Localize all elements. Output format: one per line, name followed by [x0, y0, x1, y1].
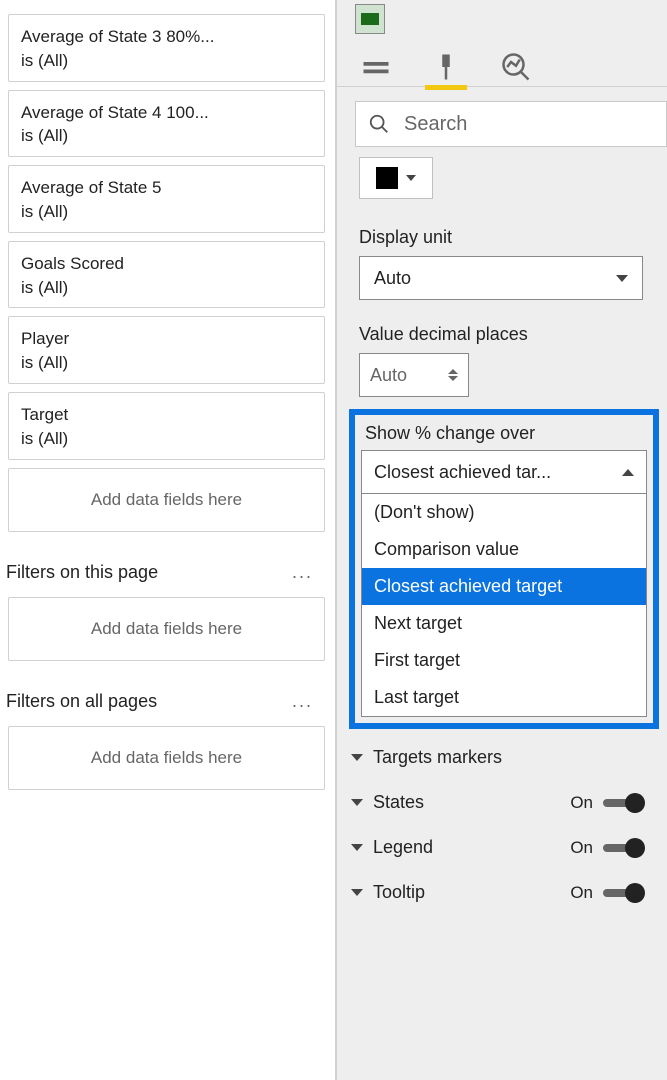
spinner-arrows[interactable]	[448, 369, 458, 381]
filter-title: Average of State 4 100...	[21, 101, 312, 125]
filter-card[interactable]: Average of State 4 100... is (All)	[8, 90, 325, 158]
filter-title: Average of State 5	[21, 176, 312, 200]
filter-sub: is (All)	[21, 351, 312, 375]
section-legend[interactable]: Legend On	[337, 825, 667, 870]
chevron-down-icon	[406, 175, 416, 181]
active-tab-underline	[425, 85, 467, 90]
show-pct-dropdown-list: (Don't show) Comparison value Closest ac…	[361, 494, 647, 717]
chevron-down-icon	[351, 844, 363, 851]
filter-card[interactable]: Goals Scored is (All)	[8, 241, 325, 309]
toggle-text: On	[570, 883, 593, 903]
fields-tab-icon[interactable]	[361, 52, 391, 82]
dropzone-label: Add data fields here	[91, 748, 242, 768]
filter-sub: is (All)	[21, 124, 312, 148]
filter-title: Goals Scored	[21, 252, 312, 276]
show-pct-select[interactable]: Closest achieved tar...	[361, 450, 647, 494]
section-label: Legend	[373, 837, 433, 858]
section-states[interactable]: States On	[337, 780, 667, 825]
show-pct-label: Show % change over	[361, 421, 647, 450]
display-unit-select[interactable]: Auto	[359, 256, 643, 300]
format-pane: Search Display unit Auto Value decimal p…	[336, 0, 667, 1080]
section-label: States	[373, 792, 424, 813]
show-pct-option[interactable]: Comparison value	[362, 531, 646, 568]
page-filters-header: Filters on this page ...	[2, 536, 331, 593]
show-pct-option[interactable]: Next target	[362, 605, 646, 642]
show-pct-option[interactable]: Last target	[362, 679, 646, 716]
toggle-text: On	[570, 793, 593, 813]
show-pct-option-selected[interactable]: Closest achieved target	[362, 568, 646, 605]
display-unit-label: Display unit	[337, 203, 667, 256]
visual-filters-dropzone[interactable]: Add data fields here	[8, 468, 325, 532]
filter-sub: is (All)	[21, 276, 312, 300]
filter-card[interactable]: Target is (All)	[8, 392, 325, 460]
chevron-down-icon	[351, 889, 363, 896]
show-pct-option[interactable]: First target	[362, 642, 646, 679]
chevron-down-icon	[448, 376, 458, 381]
all-pages-filters-dropzone[interactable]: Add data fields here	[8, 726, 325, 790]
filter-title: Average of State 3 80%...	[21, 25, 312, 49]
chevron-down-icon	[616, 275, 628, 282]
show-pct-option[interactable]: (Don't show)	[362, 494, 646, 531]
tooltip-toggle[interactable]: On	[570, 883, 643, 903]
header-text: Filters on all pages	[6, 691, 157, 712]
filter-title: Player	[21, 327, 312, 351]
filter-card[interactable]: Player is (All)	[8, 316, 325, 384]
search-input[interactable]: Search	[355, 101, 667, 147]
states-toggle[interactable]: On	[570, 793, 643, 813]
legend-toggle[interactable]: On	[570, 838, 643, 858]
chevron-up-icon	[622, 469, 634, 476]
color-swatch	[376, 167, 398, 189]
selected-visual-icon[interactable]	[355, 4, 385, 34]
decimal-places-spinner[interactable]: Auto	[359, 353, 469, 397]
section-tooltip[interactable]: Tooltip On	[337, 870, 667, 915]
more-icon[interactable]: ...	[292, 691, 319, 712]
chevron-down-icon	[351, 799, 363, 806]
header-text: Filters on this page	[6, 562, 158, 583]
section-targets-markers[interactable]: Targets markers	[337, 735, 667, 780]
search-icon	[368, 113, 390, 135]
toggle-switch-icon	[603, 799, 643, 807]
search-placeholder: Search	[404, 113, 467, 136]
toggle-switch-icon	[603, 889, 643, 897]
color-picker[interactable]	[359, 157, 433, 199]
toggle-text: On	[570, 838, 593, 858]
dropzone-label: Add data fields here	[91, 619, 242, 639]
filter-sub: is (All)	[21, 49, 312, 73]
filter-sub: is (All)	[21, 200, 312, 224]
filter-sub: is (All)	[21, 427, 312, 451]
display-unit-value: Auto	[374, 268, 411, 289]
dropzone-label: Add data fields here	[91, 490, 242, 510]
toggle-switch-icon	[603, 844, 643, 852]
all-pages-filters-header: Filters on all pages ...	[2, 665, 331, 722]
more-icon[interactable]: ...	[292, 562, 319, 583]
analytics-tab-icon[interactable]	[501, 52, 531, 82]
filters-pane: Average of State 3 80%... is (All) Avera…	[0, 0, 336, 1080]
filter-title: Target	[21, 403, 312, 427]
chevron-up-icon	[448, 369, 458, 374]
filter-card[interactable]: Average of State 5 is (All)	[8, 165, 325, 233]
show-pct-selected: Closest achieved tar...	[374, 462, 551, 483]
decimal-value: Auto	[370, 365, 407, 386]
format-tab-icon[interactable]	[431, 52, 461, 82]
section-label: Targets markers	[373, 747, 502, 768]
page-filters-dropzone[interactable]: Add data fields here	[8, 597, 325, 661]
decimal-places-label: Value decimal places	[337, 300, 667, 353]
section-label: Tooltip	[373, 882, 425, 903]
chevron-down-icon	[351, 754, 363, 761]
format-tabs	[337, 40, 667, 87]
filter-card[interactable]: Average of State 3 80%... is (All)	[8, 14, 325, 82]
show-pct-change-highlight: Show % change over Closest achieved tar.…	[349, 409, 659, 729]
